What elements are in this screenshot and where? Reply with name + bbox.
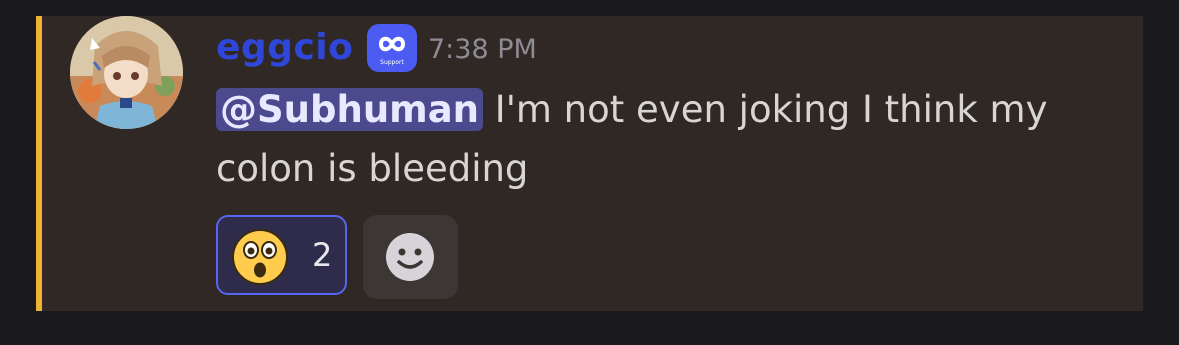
mention-highlight-bar [36,16,42,311]
avatar[interactable] [70,16,183,129]
message-content: @Subhuman I'm not even joking I think my… [216,80,1116,198]
user-mention[interactable]: @Subhuman [216,88,484,131]
astonished-face-icon [232,229,288,289]
infinity-icon [378,36,406,52]
timestamp[interactable]: 7:38 PM [428,32,537,68]
smiley-icon [385,232,435,286]
add-reaction-button[interactable] [363,215,458,299]
support-badge[interactable]: Support [367,24,417,72]
badge-label: Support [380,59,404,66]
message[interactable]: eggcio Support 7:38 PM @Subhuman I'm not… [36,16,1143,311]
username[interactable]: eggcio [216,24,353,72]
reaction-astonished[interactable]: 2 [216,215,347,295]
reaction-count: 2 [312,236,333,274]
